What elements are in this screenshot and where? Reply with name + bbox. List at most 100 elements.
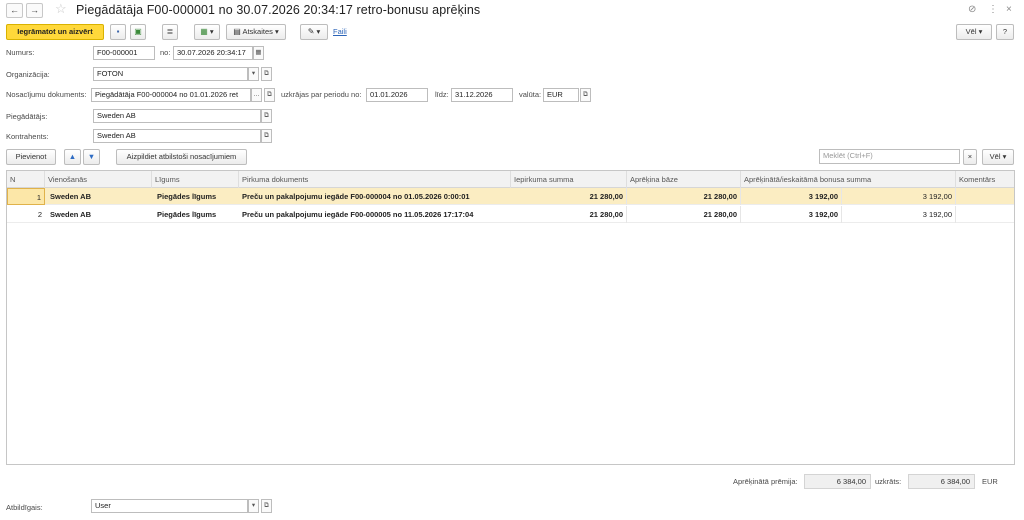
responsible-field[interactable]: User	[91, 499, 248, 513]
fill-by-terms-button[interactable]: Aizpildiet atbilstoši nosacījumiem	[116, 149, 247, 165]
bonus-sum-cell[interactable]: 3 192,00	[741, 206, 842, 223]
chevron-down-icon: ▾	[251, 502, 256, 509]
counterparty-open[interactable]: ⧉	[261, 129, 272, 143]
column-header-comment[interactable]: Komentārs	[956, 171, 1014, 188]
star-icon[interactable]: ☆	[55, 2, 67, 16]
attach-button[interactable]: ✎ ▾	[300, 24, 328, 40]
comment-cell[interactable]	[956, 188, 1014, 205]
supplier-open[interactable]: ⧉	[261, 109, 272, 123]
period-from-field: 01.01.2026	[366, 88, 428, 102]
arrow-up-icon: ▲	[68, 152, 77, 161]
accrued-label: uzkrāts:	[875, 477, 902, 486]
column-header-bonus-sum[interactable]: Aprēķinātā/ieskaitāmā bonusa summa	[741, 171, 956, 188]
calc-base-cell[interactable]: 21 280,00	[627, 206, 741, 223]
calendar-icon: ▦	[255, 49, 262, 56]
open-link-icon: ⧉	[264, 70, 269, 77]
row-number-cell[interactable]: 2	[7, 206, 45, 223]
responsible-label: Atbildīgais:	[6, 503, 43, 512]
search-input[interactable]: Meklēt (Ctrl+F)	[819, 149, 960, 164]
purchase-document-cell[interactable]: Preču un pakalpojumu iegāde F00-000004 n…	[239, 188, 511, 205]
window-title: Piegādātāja F00-000001 no 30.07.2026 20:…	[76, 3, 481, 17]
comment-cell[interactable]	[956, 206, 1014, 223]
column-header-purchase-sum[interactable]: Iepirkuma summa	[511, 171, 627, 188]
table-row[interactable]: 2 Sweden AB Piegādes līgums Preču un pak…	[7, 206, 1014, 223]
clear-search-button[interactable]: ×	[963, 149, 977, 165]
purchase-sum-cell[interactable]: 21 280,00	[511, 188, 627, 205]
help-button[interactable]: ?	[996, 24, 1014, 40]
post-icon: ▣	[134, 27, 142, 36]
more-label: Vēl	[965, 27, 977, 36]
arrow-right-icon: →	[30, 5, 39, 15]
organization-field[interactable]: FOTON	[93, 67, 248, 81]
currency-label: valūta:	[519, 90, 542, 99]
move-up-button[interactable]: ▲	[64, 149, 81, 165]
column-header-contract[interactable]: Līgums	[152, 171, 239, 188]
post-and-close-button[interactable]: Iegrāmatot un aizvērt	[6, 24, 104, 40]
counterparty-field[interactable]: Sweden AB	[93, 129, 261, 143]
column-header-calc-base[interactable]: Aprēķina bāze	[627, 171, 741, 188]
period-from-label: uzkrājas par periodu no:	[281, 90, 362, 99]
calculated-bonus-label: Aprēķinātā prēmija:	[733, 477, 798, 486]
row-number-cell[interactable]: 1	[7, 188, 45, 205]
terms-document-label: Nosacījumu dokuments:	[6, 90, 87, 99]
move-down-button[interactable]: ▼	[83, 149, 100, 165]
table-row[interactable]: 1 Sweden AB Piegādes līgums Preču un pak…	[7, 188, 1014, 205]
open-link-icon: ⧉	[267, 91, 272, 98]
calc-base-cell[interactable]: 21 280,00	[627, 188, 741, 205]
date-field[interactable]: 30.07.2026 20:34:17	[173, 46, 253, 60]
currency-field: EUR	[543, 88, 579, 102]
journal-button[interactable]: ≣	[162, 24, 178, 40]
supplier-field[interactable]: Sweden AB	[93, 109, 261, 123]
supplier-label: Piegādātājs:	[6, 112, 48, 121]
link-icon[interactable]: ⊘	[968, 4, 976, 15]
more-button[interactable]: Vēl ▾	[956, 24, 992, 40]
terms-document-select[interactable]: …	[251, 88, 262, 102]
report-icon: ▤	[233, 27, 241, 36]
close-icon[interactable]: ×	[1006, 4, 1012, 15]
files-link[interactable]: Faili	[333, 27, 347, 36]
add-row-button[interactable]: Pievienot	[6, 149, 56, 165]
forward-button[interactable]: →	[26, 3, 43, 18]
number-field[interactable]: F00-000001	[93, 46, 155, 60]
post-button[interactable]: ▣	[130, 24, 146, 40]
arrow-down-icon: ▼	[87, 152, 96, 161]
responsible-dropdown[interactable]: ▾	[248, 499, 259, 513]
reports-button[interactable]: ▤ Atskaites ▾	[226, 24, 286, 40]
save-button[interactable]: ▪	[110, 24, 126, 40]
number-label: Numurs:	[6, 48, 35, 57]
terms-document-field[interactable]: Piegādātāja F00-000004 no 01.01.2026 ret	[91, 88, 251, 102]
organization-label: Organizācija:	[6, 70, 50, 79]
bonus-sum-offset-cell[interactable]: 3 192,00	[842, 206, 956, 223]
organization-dropdown[interactable]: ▾	[248, 67, 259, 81]
totals-currency: EUR	[982, 477, 998, 486]
column-header-n[interactable]: N	[7, 171, 45, 188]
calendar-button[interactable]: ▦	[253, 46, 264, 60]
terms-document-open[interactable]: ⧉	[264, 88, 275, 102]
column-header-agreement[interactable]: Vienošanās	[45, 171, 152, 188]
contract-cell[interactable]: Piegādes līgums	[154, 206, 239, 223]
more-vertical-icon[interactable]: ⋮	[988, 4, 998, 15]
bonus-sum-cell[interactable]: 3 192,00	[741, 188, 842, 205]
close-icon: ×	[967, 152, 973, 161]
chevron-down-icon: ▾	[978, 27, 983, 36]
back-button[interactable]: ←	[6, 3, 23, 18]
agreement-cell[interactable]: Sweden AB	[47, 188, 152, 205]
purchase-document-cell[interactable]: Preču un pakalpojumu iegāde F00-000005 n…	[239, 206, 511, 223]
arrow-left-icon: ←	[10, 5, 19, 15]
table-more-button[interactable]: Vēl ▾	[982, 149, 1014, 165]
responsible-open[interactable]: ⧉	[261, 499, 272, 513]
column-header-purchase-document[interactable]: Pirkuma dokuments	[239, 171, 511, 188]
currency-open[interactable]: ⧉	[580, 88, 591, 102]
purchase-sum-cell[interactable]: 21 280,00	[511, 206, 627, 223]
contract-cell[interactable]: Piegādes līgums	[154, 188, 239, 205]
create-based-on-button[interactable]: ▦ ▾	[194, 24, 220, 40]
bonus-table[interactable]: N Vienošanās Līgums Pirkuma dokuments Ie…	[6, 170, 1015, 465]
agreement-cell[interactable]: Sweden AB	[47, 206, 152, 223]
organization-open[interactable]: ⧉	[261, 67, 272, 81]
save-icon: ▪	[116, 27, 120, 36]
bonus-sum-offset-cell[interactable]: 3 192,00	[842, 188, 956, 205]
open-link-icon: ⧉	[583, 91, 588, 98]
reports-label: Atskaites	[242, 27, 273, 36]
chevron-down-icon: ▾	[207, 27, 214, 36]
list-icon: ≣	[166, 27, 174, 36]
